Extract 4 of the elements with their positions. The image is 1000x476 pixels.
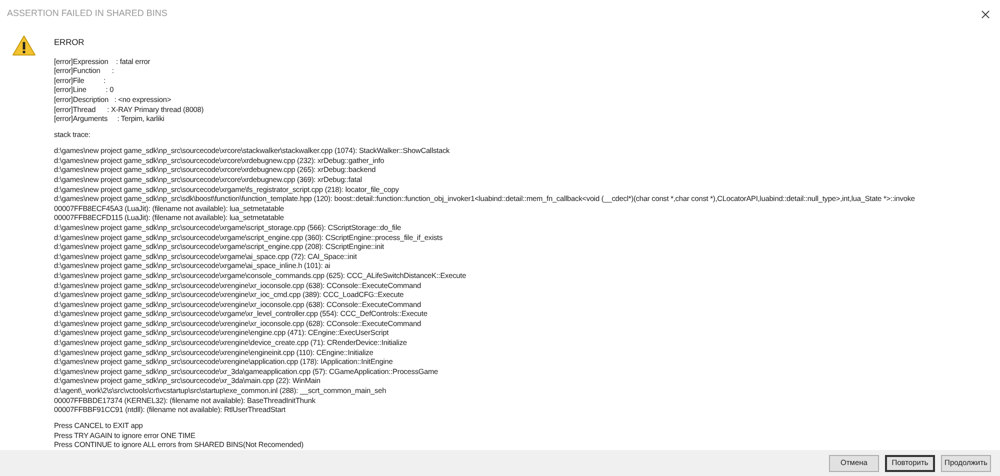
close-icon[interactable] (981, 10, 990, 18)
window-title: ASSERTION FAILED IN SHARED BINS (7, 7, 168, 20)
error-heading: ERROR (54, 38, 84, 48)
warning-icon (12, 35, 36, 56)
